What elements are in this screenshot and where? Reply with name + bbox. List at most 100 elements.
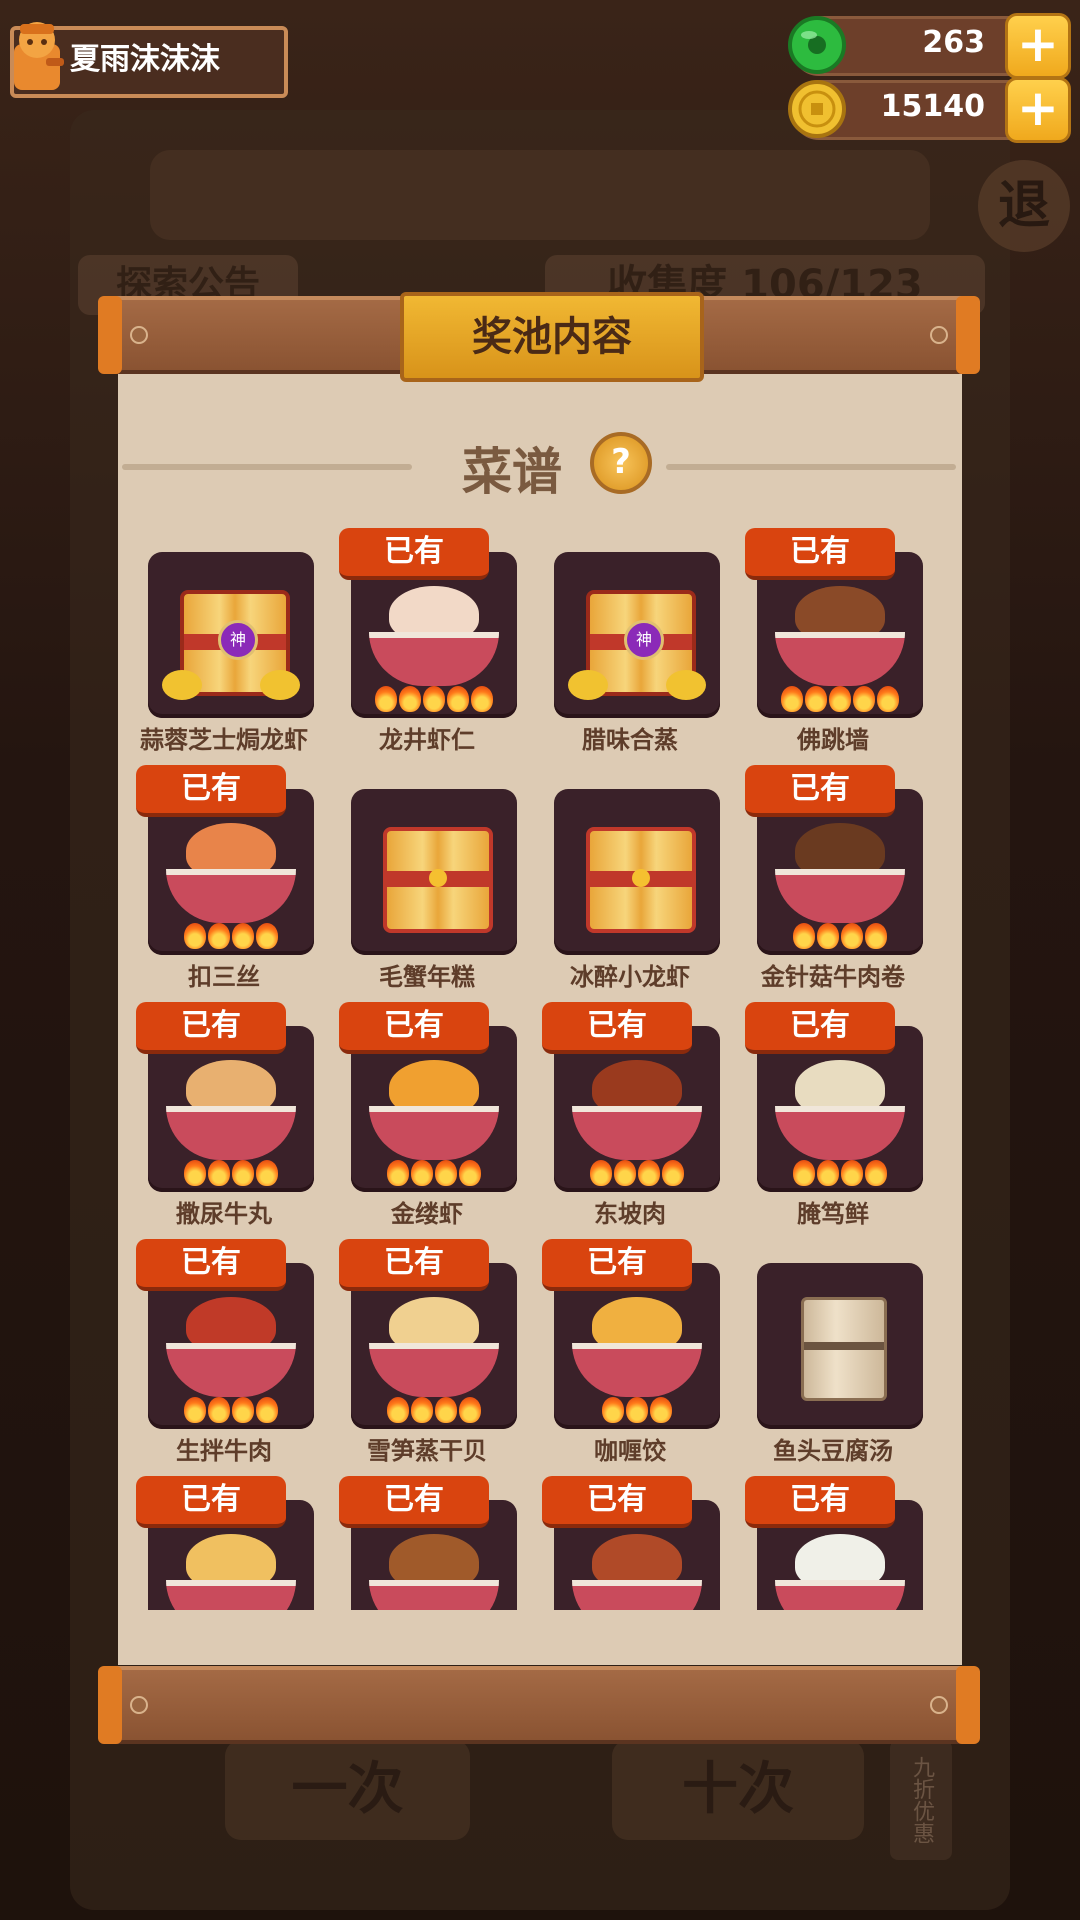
owned-badge: 已有: [542, 1476, 692, 1528]
flame-rating: [166, 923, 296, 951]
recipe-tile: 神: [554, 552, 720, 718]
recipe-name: 咖喱饺: [594, 1437, 666, 1465]
flame-icon: [411, 1397, 433, 1423]
owned-badge: 已有: [339, 1476, 489, 1528]
recipe-card[interactable]: 已有: [727, 1468, 927, 1610]
recipe-card[interactable]: 已有 金针菇牛肉卷: [727, 757, 927, 993]
recipe-card[interactable]: 已有 龙井虾仁: [321, 520, 521, 756]
flame-icon: [411, 1160, 433, 1186]
flame-icon: [387, 1397, 409, 1423]
flame-icon: [435, 1160, 457, 1186]
flame-rating: [775, 923, 905, 951]
flame-icon: [793, 1160, 815, 1186]
player-name: 夏雨沫沫沫: [70, 42, 220, 77]
flame-icon: [817, 1160, 839, 1186]
flame-icon: [626, 1397, 648, 1423]
section-divider-right: [666, 464, 956, 470]
recipe-card[interactable]: 已有: [321, 1468, 521, 1610]
flame-icon: [841, 1160, 863, 1186]
player-avatar-icon[interactable]: [6, 18, 68, 94]
recipe-tile: [757, 1263, 923, 1429]
flame-rating: [572, 1397, 702, 1425]
recipe-card[interactable]: 神腊味合蒸: [524, 520, 724, 756]
section-title: 菜谱: [462, 443, 562, 501]
owned-badge: 已有: [136, 1476, 286, 1528]
flame-rating: [369, 1160, 499, 1188]
owned-badge: 已有: [136, 1002, 286, 1054]
recipe-card[interactable]: 冰醉小龙虾: [524, 757, 724, 993]
flame-icon: [638, 1160, 660, 1186]
recipe-tile: [351, 789, 517, 955]
flame-icon: [602, 1397, 624, 1423]
discount-label: 九折优惠: [890, 1740, 952, 1860]
flame-icon: [184, 923, 206, 949]
coin-value: 15140: [880, 89, 985, 124]
flame-rating: [572, 1160, 702, 1188]
recipe-card[interactable]: 已有 生拌牛肉: [118, 1231, 318, 1467]
flame-icon: [232, 1397, 254, 1423]
owned-badge: 已有: [542, 1002, 692, 1054]
owned-badge: 已有: [339, 1239, 489, 1291]
flame-icon: [865, 923, 887, 949]
flame-icon: [232, 1160, 254, 1186]
flame-icon: [435, 1397, 457, 1423]
recipe-name: 毛蟹年糕: [379, 963, 475, 991]
recipe-card[interactable]: 已有 金缕虾: [321, 994, 521, 1230]
owned-badge: 已有: [136, 765, 286, 817]
recipe-card[interactable]: 已有 咖喱饺: [524, 1231, 724, 1467]
flame-icon: [865, 1160, 887, 1186]
god-chest-icon: 神: [148, 552, 314, 718]
flame-rating: [369, 686, 499, 714]
recipe-name: 龙井虾仁: [379, 726, 475, 754]
recipe-card[interactable]: 已有 扣三丝: [118, 757, 318, 993]
recipe-name: 冰醉小龙虾: [570, 963, 690, 991]
flame-rating: [775, 1160, 905, 1188]
owned-badge: 已有: [339, 1002, 489, 1054]
recipe-card[interactable]: 已有: [118, 1468, 318, 1610]
flame-icon: [817, 923, 839, 949]
recipe-card[interactable]: 毛蟹年糕: [321, 757, 521, 993]
jade-icon: [788, 16, 846, 74]
add-coin-button[interactable]: +: [1005, 77, 1071, 143]
flame-icon: [387, 1160, 409, 1186]
flame-icon: [375, 686, 397, 712]
recipe-card[interactable]: 已有: [524, 1468, 724, 1610]
flame-icon: [208, 1397, 230, 1423]
recipe-card[interactable]: 已有 雪笋蒸干贝: [321, 1231, 521, 1467]
draw-ten-button: 十次: [612, 1740, 864, 1840]
recipe-name: 金针菇牛肉卷: [761, 963, 905, 991]
background-banner: [150, 150, 930, 240]
owned-badge: 已有: [745, 1002, 895, 1054]
recipe-card[interactable]: 鱼头豆腐汤: [727, 1231, 927, 1467]
flame-icon: [208, 923, 230, 949]
recipe-card[interactable]: 神蒜蓉芝士焗龙虾: [118, 520, 318, 756]
flame-icon: [232, 923, 254, 949]
recipe-name: 腌笃鲜: [797, 1200, 869, 1228]
gift-chest-icon: [351, 789, 517, 955]
recipe-card[interactable]: 已有 佛跳墙: [727, 520, 927, 756]
flame-icon: [447, 686, 469, 712]
recipe-card[interactable]: 已有 撒尿牛丸: [118, 994, 318, 1230]
owned-badge: 已有: [745, 528, 895, 580]
recipe-grid: 神蒜蓉芝士焗龙虾 已有 龙井虾仁神腊味合蒸 已有 佛跳墙 已有 扣三丝 毛蟹年糕 冰醉小龙虾 已有…: [118, 520, 962, 1610]
flame-rating: [166, 1160, 296, 1188]
flame-icon: [184, 1160, 206, 1186]
jade-resource-bar: 263 +: [788, 13, 1071, 79]
flame-icon: [662, 1160, 684, 1186]
flame-icon: [614, 1160, 636, 1186]
recipe-scroll-icon: [757, 1263, 923, 1429]
recipe-card[interactable]: 已有腌笃鲜: [727, 994, 927, 1230]
recipe-name: 腊味合蒸: [582, 726, 678, 754]
gift-chest-icon: [554, 789, 720, 955]
recipe-card[interactable]: 已有 东坡肉: [524, 994, 724, 1230]
coin-resource-bar: 15140 +: [788, 77, 1071, 143]
add-jade-button[interactable]: +: [1005, 13, 1071, 79]
flame-icon: [256, 1397, 278, 1423]
panel-title: 奖池内容: [472, 314, 632, 360]
help-icon[interactable]: ?: [590, 432, 652, 494]
flame-icon: [471, 686, 493, 712]
draw-once-button: 一次: [225, 1740, 470, 1840]
flame-icon: [650, 1397, 672, 1423]
flame-icon: [590, 1160, 612, 1186]
flame-icon: [877, 686, 899, 712]
